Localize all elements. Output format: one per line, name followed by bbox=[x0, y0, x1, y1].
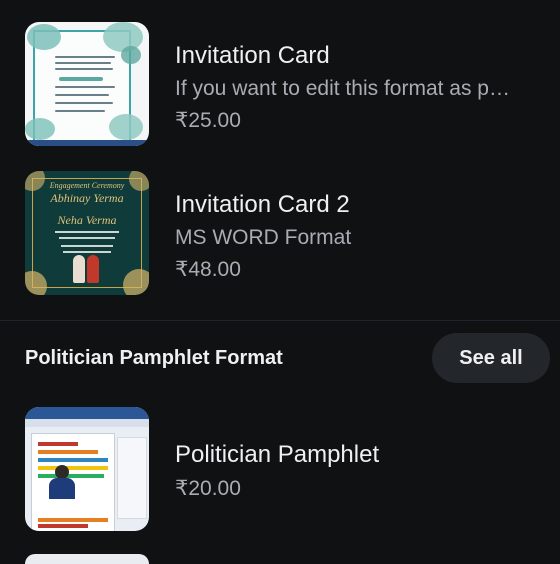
see-all-button[interactable]: See all bbox=[432, 333, 550, 383]
section-divider bbox=[0, 320, 560, 321]
product-thumbnail bbox=[25, 22, 149, 146]
product-thumbnail: Engagement Ceremony Abhinay Yerma Neha V… bbox=[25, 171, 149, 295]
product-subtitle: MS WORD Format bbox=[175, 226, 352, 249]
product-price: ₹48.00 bbox=[175, 258, 241, 281]
product-item-politician-pamphlet[interactable]: Politician Pamphlet ₹20.00 bbox=[25, 407, 560, 531]
product-subtitle: If you want to edit this format as p… bbox=[175, 77, 510, 100]
section-title: Politician Pamphlet Format bbox=[25, 347, 283, 369]
product-title: Invitation Card bbox=[175, 42, 330, 69]
product-price: ₹20.00 bbox=[175, 477, 241, 500]
product-info: Invitation Card 2 MS WORD Format ₹48.00 bbox=[175, 191, 540, 282]
thumbnail-name-2: Neha Verma bbox=[57, 213, 117, 227]
product-info: Politician Pamphlet ₹20.00 bbox=[175, 441, 540, 501]
product-title: Invitation Card 2 bbox=[175, 191, 350, 218]
product-thumbnail bbox=[25, 407, 149, 531]
product-title: Politician Pamphlet bbox=[175, 441, 380, 468]
product-price: ₹25.00 bbox=[175, 109, 241, 132]
thumbnail-heading: Engagement Ceremony bbox=[49, 181, 125, 190]
thumbnail-name-1: Abhinay Yerma bbox=[50, 191, 124, 205]
next-product-thumbnail[interactable] bbox=[25, 554, 149, 564]
product-item-invitation-card[interactable]: Invitation Card If you want to edit this… bbox=[25, 22, 560, 146]
product-item-invitation-card-2[interactable]: Engagement Ceremony Abhinay Yerma Neha V… bbox=[25, 171, 560, 295]
product-info: Invitation Card If you want to edit this… bbox=[175, 42, 540, 133]
